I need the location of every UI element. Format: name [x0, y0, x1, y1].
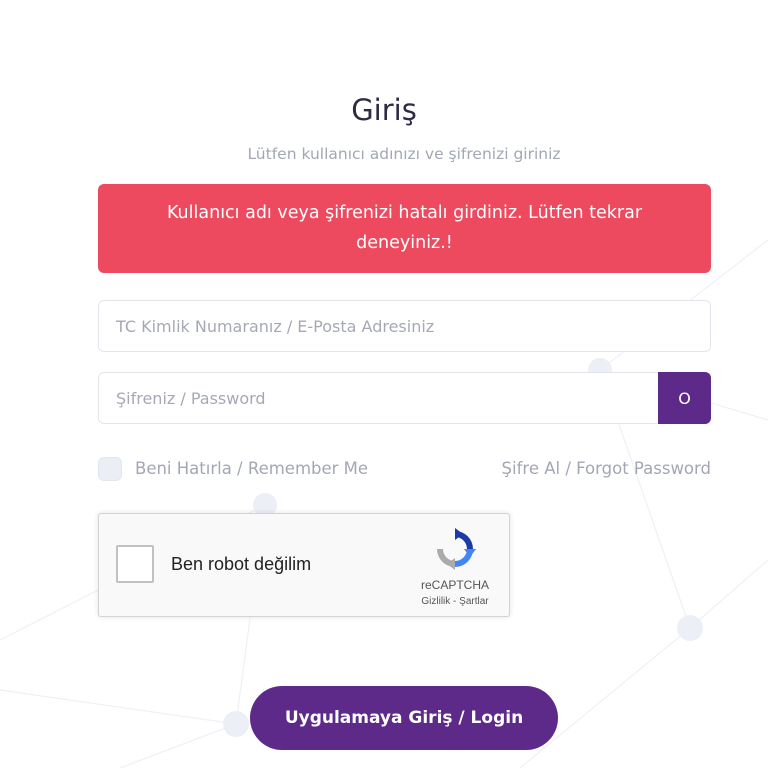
login-page: Giriş Lütfen kullanıcı adınızı ve şifren…	[0, 0, 768, 768]
password-input[interactable]	[99, 373, 659, 423]
recaptcha-terms-link[interactable]: Gizlilik - Şartlar	[405, 596, 505, 607]
remember-me-checkbox[interactable]	[98, 457, 122, 481]
recaptcha-checkbox[interactable]	[116, 545, 154, 583]
forgot-password-link[interactable]: Şifre Al / Forgot Password	[502, 459, 711, 478]
password-field-container	[98, 372, 660, 424]
page-subtitle: Lütfen kullanıcı adınızı ve şifrenizi gi…	[247, 145, 561, 163]
error-alert: Kullanıcı adı veya şifrenizi hatalı gird…	[98, 184, 711, 273]
password-toggle-label: O	[678, 388, 691, 408]
recaptcha-label[interactable]: Ben robot değilim	[171, 554, 311, 575]
page-title: Giriş	[351, 93, 417, 127]
username-input[interactable]	[99, 301, 710, 351]
login-button[interactable]: Uygulamaya Giriş / Login	[250, 686, 558, 750]
recaptcha-brand-text: reCAPTCHA	[420, 578, 489, 592]
username-field-container	[98, 300, 711, 352]
recaptcha-widget: Ben robot değilim reCAPTCHA Gizlilik - Ş…	[98, 513, 510, 617]
recaptcha-logo-icon	[437, 528, 476, 570]
password-visibility-toggle-button[interactable]: O	[658, 372, 711, 424]
remember-me-label[interactable]: Beni Hatırla / Remember Me	[135, 459, 368, 478]
